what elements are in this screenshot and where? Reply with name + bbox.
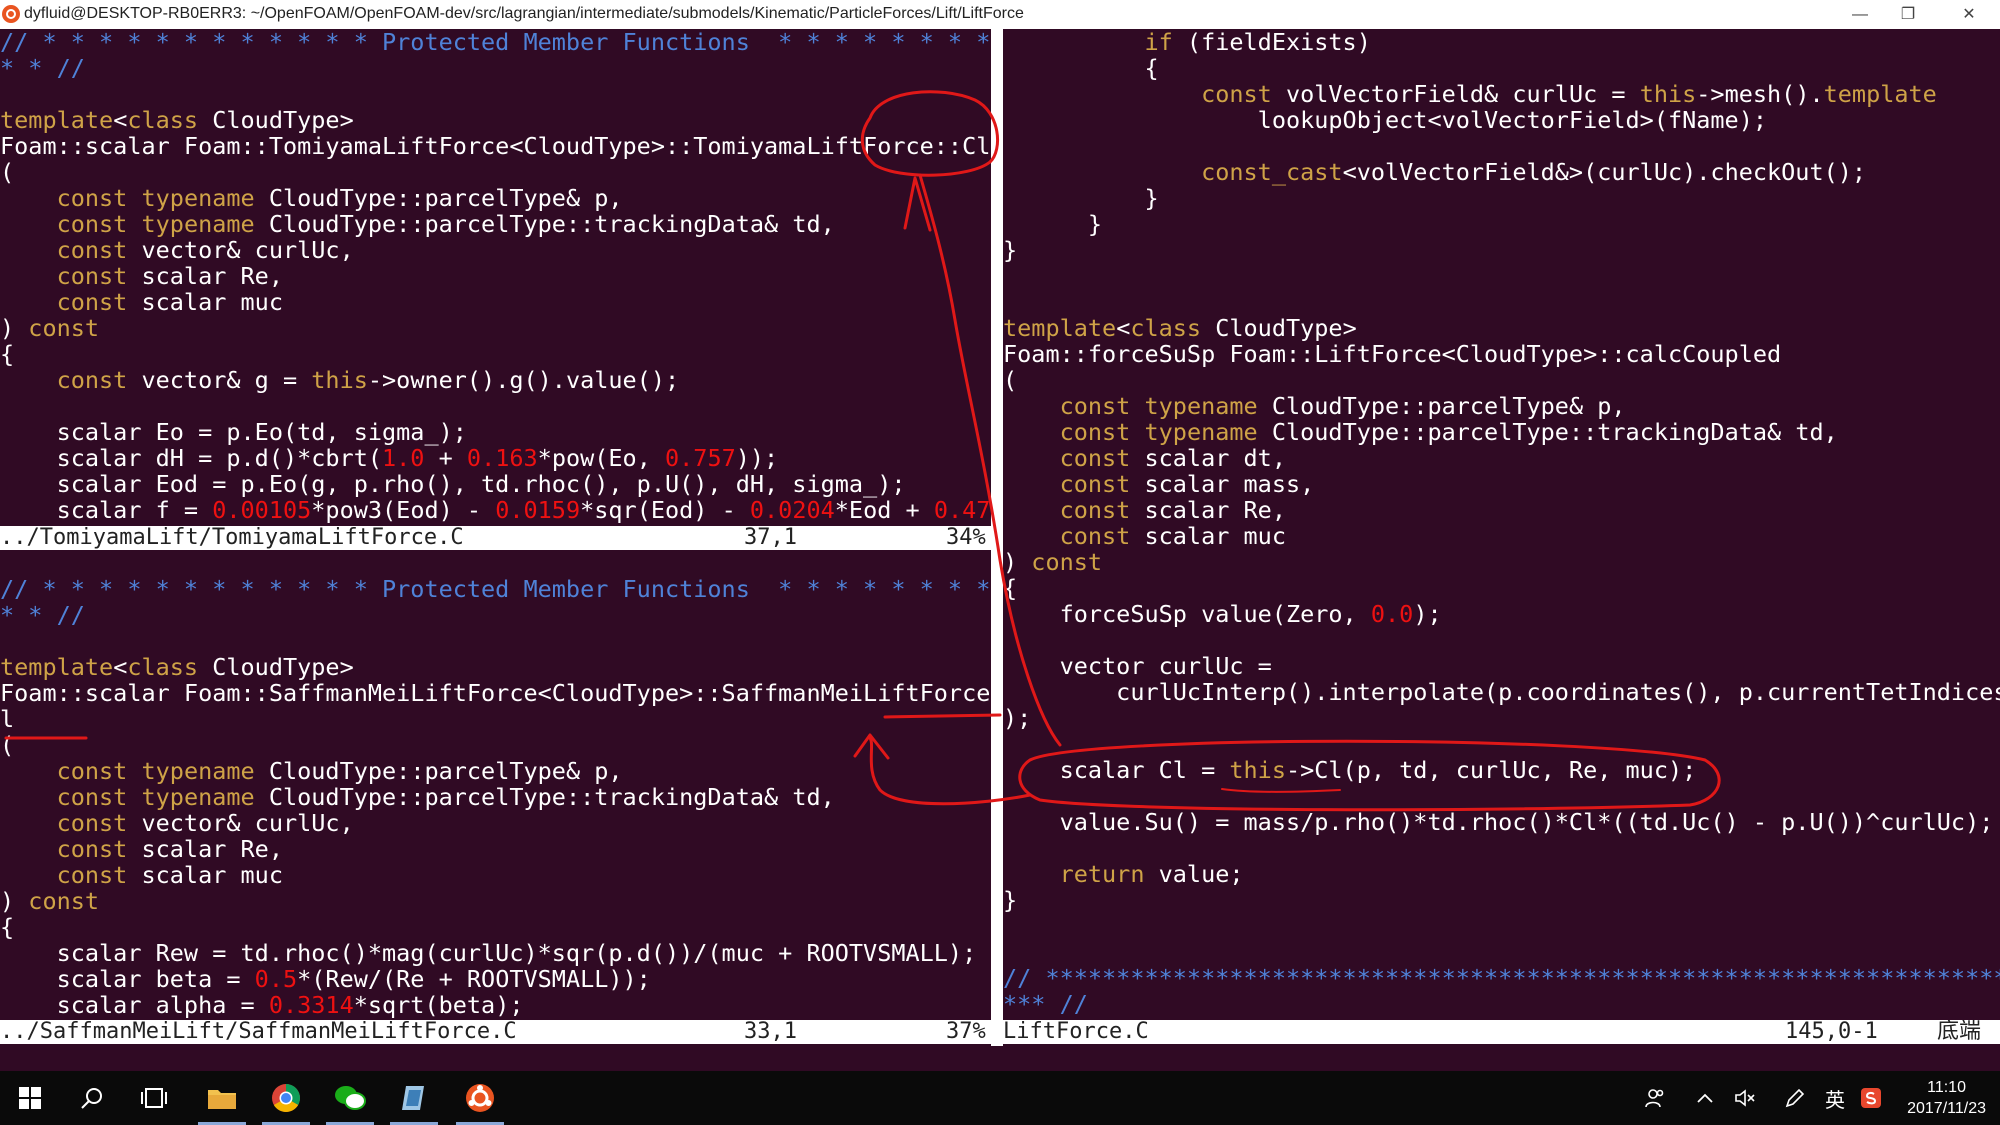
clock-time: 11:10 xyxy=(1927,1079,1966,1096)
ubuntu-icon xyxy=(2,5,20,23)
ubuntu-icon[interactable] xyxy=(450,1071,510,1125)
status-cursor-position: 33,1 xyxy=(744,1020,797,1044)
terminal-bottom-padding xyxy=(0,1046,2000,1071)
clock-date: 2017/11/23 xyxy=(1907,1100,1986,1117)
status-filename: ../TomiyamaLift/TomiyamaLiftForce.C xyxy=(0,526,464,550)
status-percent: 底端 xyxy=(1937,1020,1982,1044)
code-block: // * * * * * * * * * * * * Protected Mem… xyxy=(0,576,991,1019)
window-titlebar: dyfluid@DESKTOP-RB0ERR3: ~/OpenFOAM/Open… xyxy=(0,0,2000,29)
windows-taskbar: 英 11:10 2017/11/23 xyxy=(0,1071,2000,1125)
people-icon[interactable] xyxy=(1640,1071,1670,1125)
pen-icon[interactable] xyxy=(1780,1071,1810,1125)
code-block: if (fieldExists) { const volVectorField&… xyxy=(1003,29,2000,1018)
editor-pane-liftforce[interactable]: if (fieldExists) { const volVectorField&… xyxy=(1003,29,2000,1020)
minimize-button[interactable]: — xyxy=(1837,0,1883,29)
status-filename: LiftForce.C xyxy=(1003,1020,1149,1044)
editor-pane-tomiyama[interactable]: // * * * * * * * * * * * * Protected Mem… xyxy=(0,29,991,537)
maximize-button[interactable]: ❐ xyxy=(1885,0,1931,29)
close-button[interactable]: ✕ xyxy=(1946,0,1992,29)
app-icon[interactable] xyxy=(384,1071,444,1125)
wechat-icon[interactable] xyxy=(320,1071,380,1125)
file-explorer-icon[interactable] xyxy=(192,1071,252,1125)
status-bar-tomiyama: ../TomiyamaLift/TomiyamaLiftForce.C 37,1… xyxy=(0,526,991,550)
status-bar-liftforce: LiftForce.C 145,0-1 底端 xyxy=(1003,1020,2000,1044)
windows-start-icon[interactable] xyxy=(0,1071,60,1125)
status-percent: 37% xyxy=(946,1020,986,1044)
sogou-input-icon[interactable] xyxy=(1856,1071,1886,1125)
code-block: // * * * * * * * * * * * * Protected Mem… xyxy=(0,29,991,524)
system-clock[interactable]: 11:10 2017/11/23 xyxy=(1907,1077,1986,1119)
search-icon[interactable] xyxy=(62,1071,122,1125)
status-filename: ../SaffmanMeiLift/SaffmanMeiLiftForce.C xyxy=(0,1020,517,1044)
task-view-icon[interactable] xyxy=(124,1071,184,1125)
chrome-icon[interactable] xyxy=(256,1071,316,1125)
volume-muted-icon[interactable] xyxy=(1730,1071,1760,1125)
ime-language-indicator[interactable]: 英 xyxy=(1820,1071,1850,1125)
status-cursor-position: 145,0-1 xyxy=(1785,1020,1878,1044)
window-title: dyfluid@DESKTOP-RB0ERR3: ~/OpenFOAM/Open… xyxy=(24,5,1024,22)
vertical-split-divider[interactable] xyxy=(991,29,1003,1046)
status-percent: 34% xyxy=(946,526,986,550)
editor-pane-saffmanmei[interactable]: // * * * * * * * * * * * * Protected Mem… xyxy=(0,576,991,1020)
chevron-up-icon[interactable] xyxy=(1690,1071,1720,1125)
status-bar-saffmanmei: ../SaffmanMeiLift/SaffmanMeiLiftForce.C … xyxy=(0,1020,991,1044)
status-cursor-position: 37,1 xyxy=(744,526,797,550)
